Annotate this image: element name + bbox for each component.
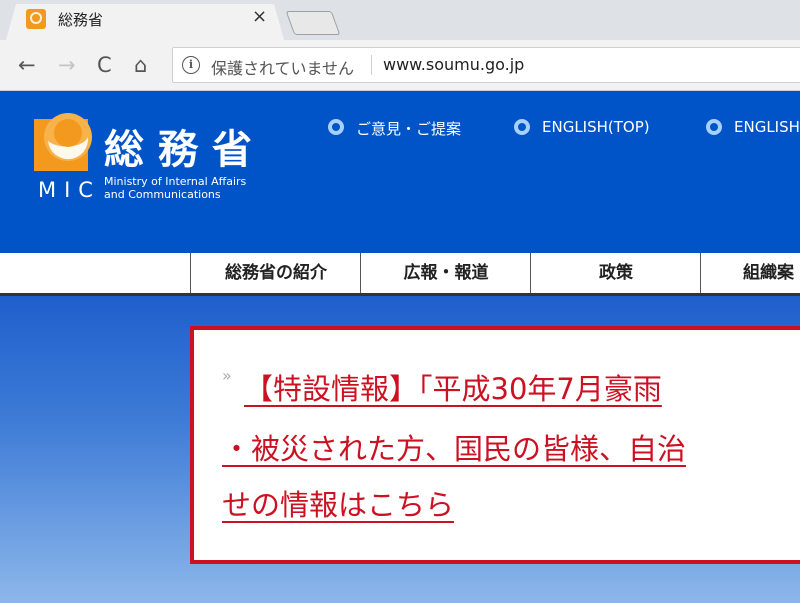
nav-item-organization[interactable]: 組織案 (700, 253, 800, 293)
logo-abbreviation: MIC (38, 178, 101, 202)
header-link-label[interactable]: ENGLISH (734, 118, 800, 136)
header-link-label[interactable]: ENGLISH(TOP) (542, 118, 650, 136)
logo-english-line: Ministry of Internal Affairs (104, 175, 247, 188)
header-link-label[interactable]: ご意見・ご提案 (356, 118, 461, 139)
special-notice-box: » 【特設情報】「平成30年7月豪雨 ・被災された方、国民の皆様、自治 せの情報… (190, 326, 800, 564)
notice-link-line[interactable]: 【特設情報】「平成30年7月豪雨 (244, 366, 662, 408)
notice-link-line[interactable]: せの情報はこちら (222, 482, 454, 524)
back-arrow-icon[interactable]: ← (18, 53, 36, 77)
main-area: » 【特設情報】「平成30年7月豪雨 ・被災された方、国民の皆様、自治 せの情報… (0, 296, 800, 603)
logo-english-name: Ministry of Internal Affairs and Communi… (104, 175, 246, 201)
radio-ring-icon (514, 119, 530, 135)
omnibox-divider (371, 55, 372, 75)
browser-tab[interactable] (6, 4, 284, 40)
nav-item-policy[interactable]: 政策 (530, 253, 701, 293)
logo-japanese-name[interactable]: 総務省 (104, 117, 266, 175)
close-tab-icon[interactable]: × (252, 7, 267, 27)
quote-mark-icon: » (222, 366, 232, 385)
radio-ring-icon (706, 119, 722, 135)
notice-link-line[interactable]: ・被災された方、国民の皆様、自治 (222, 426, 686, 468)
radio-ring-icon (328, 119, 344, 135)
browser-toolbar: ← → C ⌂ i 保護されていません www.soumu.go.jp (0, 40, 800, 91)
url-text[interactable]: www.soumu.go.jp (383, 55, 524, 74)
forward-arrow-icon[interactable]: → (58, 53, 76, 77)
logo-english-line: and Communications (104, 188, 221, 201)
home-icon[interactable]: ⌂ (134, 53, 147, 77)
address-bar[interactable]: i 保護されていません www.soumu.go.jp (172, 47, 800, 83)
tab-title: 総務省 (58, 11, 104, 29)
nav-item-press[interactable]: 広報・報道 (360, 253, 531, 293)
site-header: 総務省 MIC Ministry of Internal Affairs and… (0, 91, 800, 253)
info-icon[interactable]: i (182, 56, 200, 74)
nav-item-about[interactable]: 総務省の紹介 (190, 253, 361, 293)
reload-icon[interactable]: C (97, 53, 112, 77)
new-tab-button[interactable] (285, 11, 341, 35)
global-nav: 総務省の紹介 広報・報道 政策 組織案 (0, 253, 800, 296)
mic-logo-icon[interactable] (34, 111, 96, 173)
tab-strip: 総務省 × (0, 0, 800, 40)
security-label[interactable]: 保護されていません (211, 55, 354, 79)
favicon-icon (26, 9, 46, 29)
